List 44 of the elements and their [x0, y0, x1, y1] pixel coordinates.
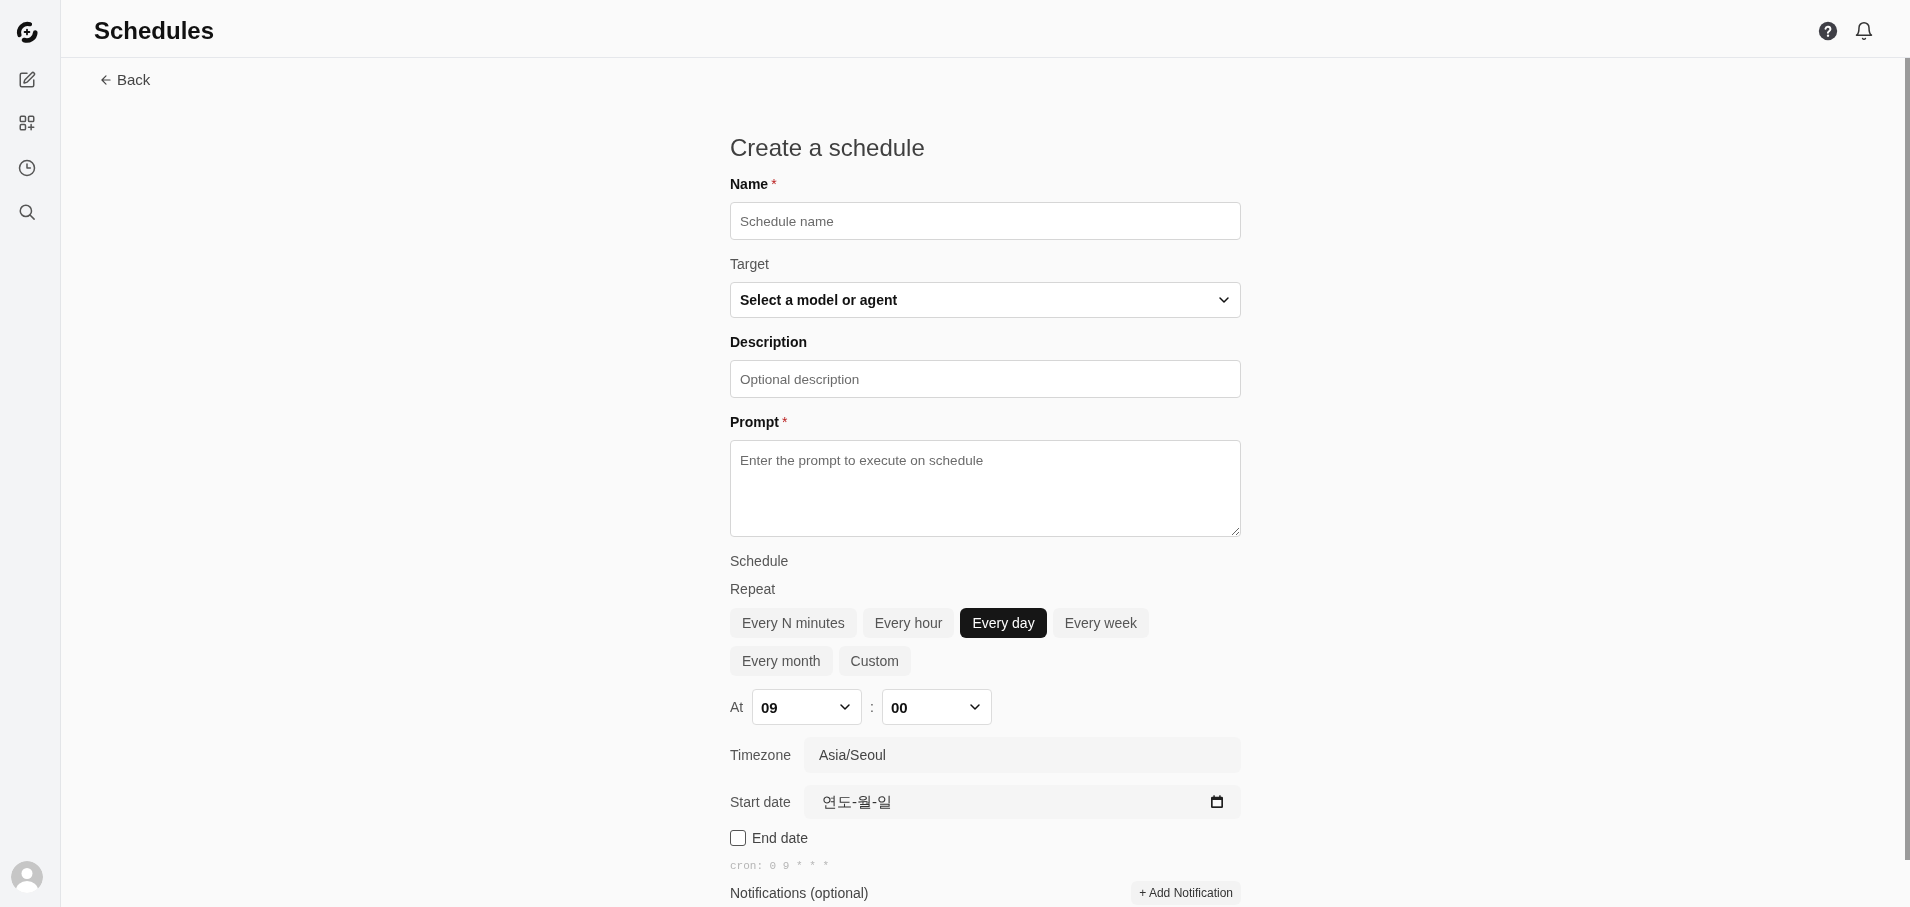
repeat-label: Repeat	[730, 581, 776, 597]
calendar-icon	[1209, 794, 1225, 810]
search-icon[interactable]	[18, 203, 36, 221]
help-icon[interactable]	[1818, 20, 1838, 41]
time-separator: :	[869, 699, 875, 715]
checkbox[interactable]	[730, 830, 746, 846]
end-date-label: End date	[752, 830, 809, 846]
cron-expression: cron: 0 9 * * *	[730, 860, 830, 872]
scrollbar-thumb[interactable]	[1905, 58, 1910, 860]
repeat-option[interactable]: Every N minutes	[730, 608, 857, 638]
repeat-option[interactable]: Every week	[1052, 608, 1149, 638]
form-title: Create a schedule	[730, 133, 926, 163]
field-label: Name	[730, 175, 769, 194]
section-heading: Schedule	[730, 553, 789, 569]
field-label: Prompt	[730, 413, 779, 432]
start-date-label: Start date	[730, 794, 792, 810]
clock-icon[interactable]	[18, 159, 36, 177]
notifications-bell-icon[interactable]	[1854, 20, 1874, 41]
timezone-label: Timezone	[730, 747, 792, 763]
logo-icon[interactable]	[15, 20, 39, 44]
date-field[interactable]: 연도-월-일	[804, 785, 1241, 819]
page-title: Schedules	[94, 16, 215, 45]
hour-dropdown[interactable]: 09	[752, 689, 862, 725]
required-mark: *	[771, 175, 777, 194]
text-field[interactable]: Schedule name	[730, 202, 1241, 240]
field-label: Target	[730, 255, 769, 274]
repeat-option[interactable]: Custom	[838, 646, 911, 676]
required-mark: *	[782, 413, 788, 432]
notifications-label: Notifications (optional)	[730, 885, 869, 901]
back-link[interactable]: Back	[99, 71, 151, 89]
text-area[interactable]: Enter the prompt to execute on schedule	[730, 440, 1241, 537]
dropdown[interactable]: Select a model or agent	[730, 282, 1241, 318]
edit-icon[interactable]	[18, 71, 36, 89]
text-field[interactable]: Optional description	[730, 360, 1241, 398]
apps-add-icon[interactable]	[18, 114, 36, 132]
timezone-field[interactable]: Asia/Seoul	[804, 737, 1241, 773]
repeat-option[interactable]: Every hour	[862, 608, 955, 638]
minute-dropdown[interactable]: 00	[882, 689, 992, 725]
field-label: Description	[730, 333, 807, 352]
repeat-option[interactable]: Every month	[730, 646, 833, 676]
repeat-option[interactable]: Every day	[960, 608, 1047, 638]
arrow-left-icon	[99, 73, 113, 87]
add-notification-button[interactable]: + Add Notification	[1131, 881, 1241, 905]
time-label: At	[730, 699, 745, 715]
